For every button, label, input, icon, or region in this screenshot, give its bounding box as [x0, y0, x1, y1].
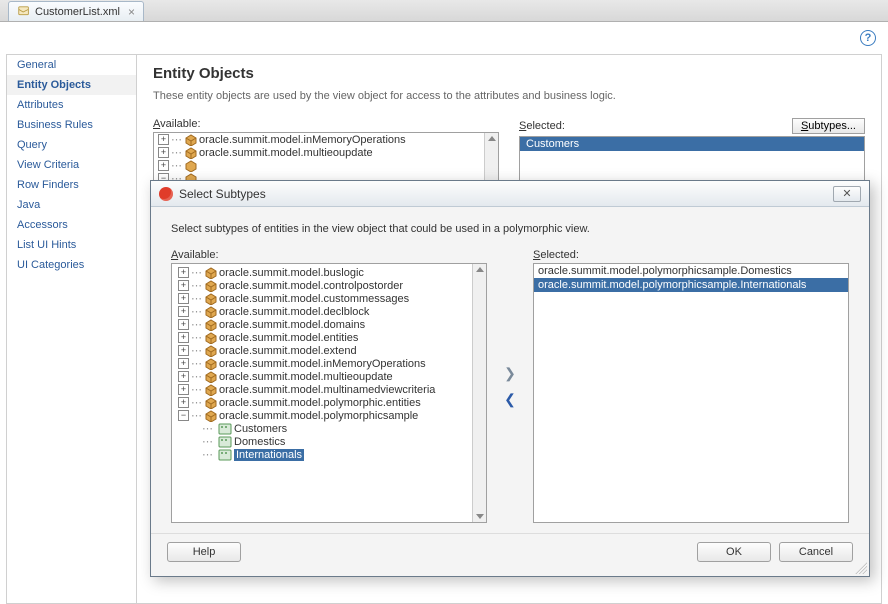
entity-icon	[218, 423, 232, 435]
close-icon[interactable]: ✕	[833, 186, 861, 202]
entity-icon	[218, 436, 232, 448]
sidebar-item-java[interactable]: Java	[7, 195, 136, 215]
package-icon	[205, 267, 217, 279]
page-title: Entity Objects	[153, 65, 865, 82]
package-icon	[205, 410, 217, 422]
tree-child-label: Internationals	[234, 449, 304, 461]
tree-item-label: oracle.summit.model.entities	[219, 332, 358, 344]
shuttle-buttons: ❯ ❮	[497, 249, 523, 523]
collapse-icon[interactable]: −	[178, 410, 189, 421]
package-icon	[205, 306, 217, 318]
package-icon	[205, 332, 217, 344]
tree-item-label: oracle.summit.model.inMemoryOperations	[199, 134, 406, 146]
selected-subtype-item[interactable]: oracle.summit.model.polymorphicsample.In…	[534, 278, 848, 292]
help-icon[interactable]: ?	[860, 30, 876, 46]
package-icon	[205, 280, 217, 292]
tree-item-label: oracle.summit.model.polymorphicsample	[219, 410, 418, 422]
tree-item-label: oracle.summit.model.custommessages	[219, 293, 409, 305]
sidebar-item-ui-categories[interactable]: UI Categories	[7, 255, 136, 275]
selected-subtype-item[interactable]: oracle.summit.model.polymorphicsample.Do…	[534, 264, 848, 278]
expand-icon[interactable]: +	[178, 384, 189, 395]
package-icon	[205, 358, 217, 370]
tree-item-label: oracle.summit.model.controlpostorder	[219, 280, 403, 292]
expand-icon[interactable]: +	[178, 345, 189, 356]
package-icon	[205, 397, 217, 409]
expand-icon[interactable]: +	[178, 280, 189, 291]
package-icon	[185, 160, 197, 172]
expand-icon[interactable]: +	[178, 319, 189, 330]
help-button[interactable]: Help	[167, 542, 241, 562]
modal-selected-label: Selected:	[533, 249, 849, 261]
modal-available-list[interactable]: +⋯oracle.summit.model.buslogic +⋯oracle.…	[171, 263, 487, 523]
sidebar-item-row-finders[interactable]: Row Finders	[7, 175, 136, 195]
page-description: These entity objects are used by the vie…	[153, 90, 865, 102]
tree-item-label: oracle.summit.model.inMemoryOperations	[219, 358, 426, 370]
dialog-title: Select Subtypes	[179, 187, 266, 201]
oracle-icon	[159, 187, 173, 201]
tree-item-label: oracle.summit.model.declblock	[219, 306, 369, 318]
sidebar-item-attributes[interactable]: Attributes	[7, 95, 136, 115]
move-left-button[interactable]: ❮	[502, 391, 518, 407]
sidebar-item-query[interactable]: Query	[7, 135, 136, 155]
tab-close-icon[interactable]: ×	[128, 5, 135, 19]
tree-item-label: oracle.summit.model.multieoupdate	[219, 371, 393, 383]
tree-child-item[interactable]: ⋯Internationals	[174, 448, 484, 461]
modal-selected-list[interactable]: oracle.summit.model.polymorphicsample.Do…	[533, 263, 849, 523]
selected-label: Selected:	[519, 120, 565, 132]
move-right-button[interactable]: ❯	[502, 365, 518, 381]
resize-grip[interactable]	[855, 562, 867, 574]
expand-icon[interactable]: +	[178, 267, 189, 278]
cancel-button[interactable]: Cancel	[779, 542, 853, 562]
selected-item[interactable]: Customers	[520, 137, 864, 151]
expand-icon[interactable]: +	[178, 358, 189, 369]
package-icon	[205, 371, 217, 383]
sidebar-item-view-criteria[interactable]: View Criteria	[7, 155, 136, 175]
dialog-footer: Help OK Cancel	[151, 533, 869, 576]
tree-child-label: Customers	[234, 423, 287, 435]
entity-icon	[218, 449, 232, 461]
tree-child-label: Domestics	[234, 436, 285, 448]
package-icon	[205, 319, 217, 331]
sidebar-item-list-ui-hints[interactable]: List UI Hints	[7, 235, 136, 255]
expand-icon[interactable]: +	[178, 306, 189, 317]
sidebar-item-entity-objects[interactable]: Entity Objects	[7, 75, 136, 95]
expand-icon[interactable]: +	[178, 332, 189, 343]
dialog-titlebar[interactable]: Select Subtypes ✕	[151, 181, 869, 207]
package-icon	[205, 345, 217, 357]
tree-item-label: oracle.summit.model.polymorphic.entities	[219, 397, 421, 409]
tree-item-label: oracle.summit.model.domains	[219, 319, 365, 331]
package-icon	[185, 147, 197, 159]
expand-icon[interactable]: +	[178, 293, 189, 304]
scrollbar[interactable]	[472, 264, 486, 522]
tree-item-label: oracle.summit.model.extend	[219, 345, 357, 357]
available-label: Available:	[153, 118, 201, 130]
dialog-description: Select subtypes of entities in the view …	[171, 223, 849, 235]
tree-child-item[interactable]: ⋯Customers	[174, 422, 484, 435]
package-icon	[185, 134, 197, 146]
sidebar-item-business-rules[interactable]: Business Rules	[7, 115, 136, 135]
select-subtypes-dialog: Select Subtypes ✕ Select subtypes of ent…	[150, 180, 870, 577]
expand-icon[interactable]: +	[158, 147, 169, 158]
sidebar-item-general[interactable]: General	[7, 55, 136, 75]
expand-icon[interactable]: +	[178, 397, 189, 408]
sidebar: General Entity Objects Attributes Busine…	[7, 55, 137, 603]
package-icon	[205, 384, 217, 396]
tree-item-label: oracle.summit.model.multinamedviewcriter…	[219, 384, 435, 396]
editor-tab[interactable]: CustomerList.xml ×	[8, 1, 144, 21]
tab-filename: CustomerList.xml	[35, 6, 120, 18]
package-icon	[205, 293, 217, 305]
subtypes-button[interactable]: Subtypes...	[792, 118, 865, 134]
expand-icon[interactable]: +	[178, 371, 189, 382]
expand-icon[interactable]: +	[158, 134, 169, 145]
tab-bar: CustomerList.xml ×	[0, 0, 888, 22]
ok-button[interactable]: OK	[697, 542, 771, 562]
modal-available-label: Available:	[171, 249, 487, 261]
tree-item-label: oracle.summit.model.buslogic	[219, 267, 364, 279]
tree-child-item[interactable]: ⋯Domestics	[174, 435, 484, 448]
sidebar-item-accessors[interactable]: Accessors	[7, 215, 136, 235]
file-icon	[17, 5, 31, 19]
expand-icon[interactable]: +	[158, 160, 169, 171]
tree-item-label: oracle.summit.model.multieoupdate	[199, 147, 373, 159]
